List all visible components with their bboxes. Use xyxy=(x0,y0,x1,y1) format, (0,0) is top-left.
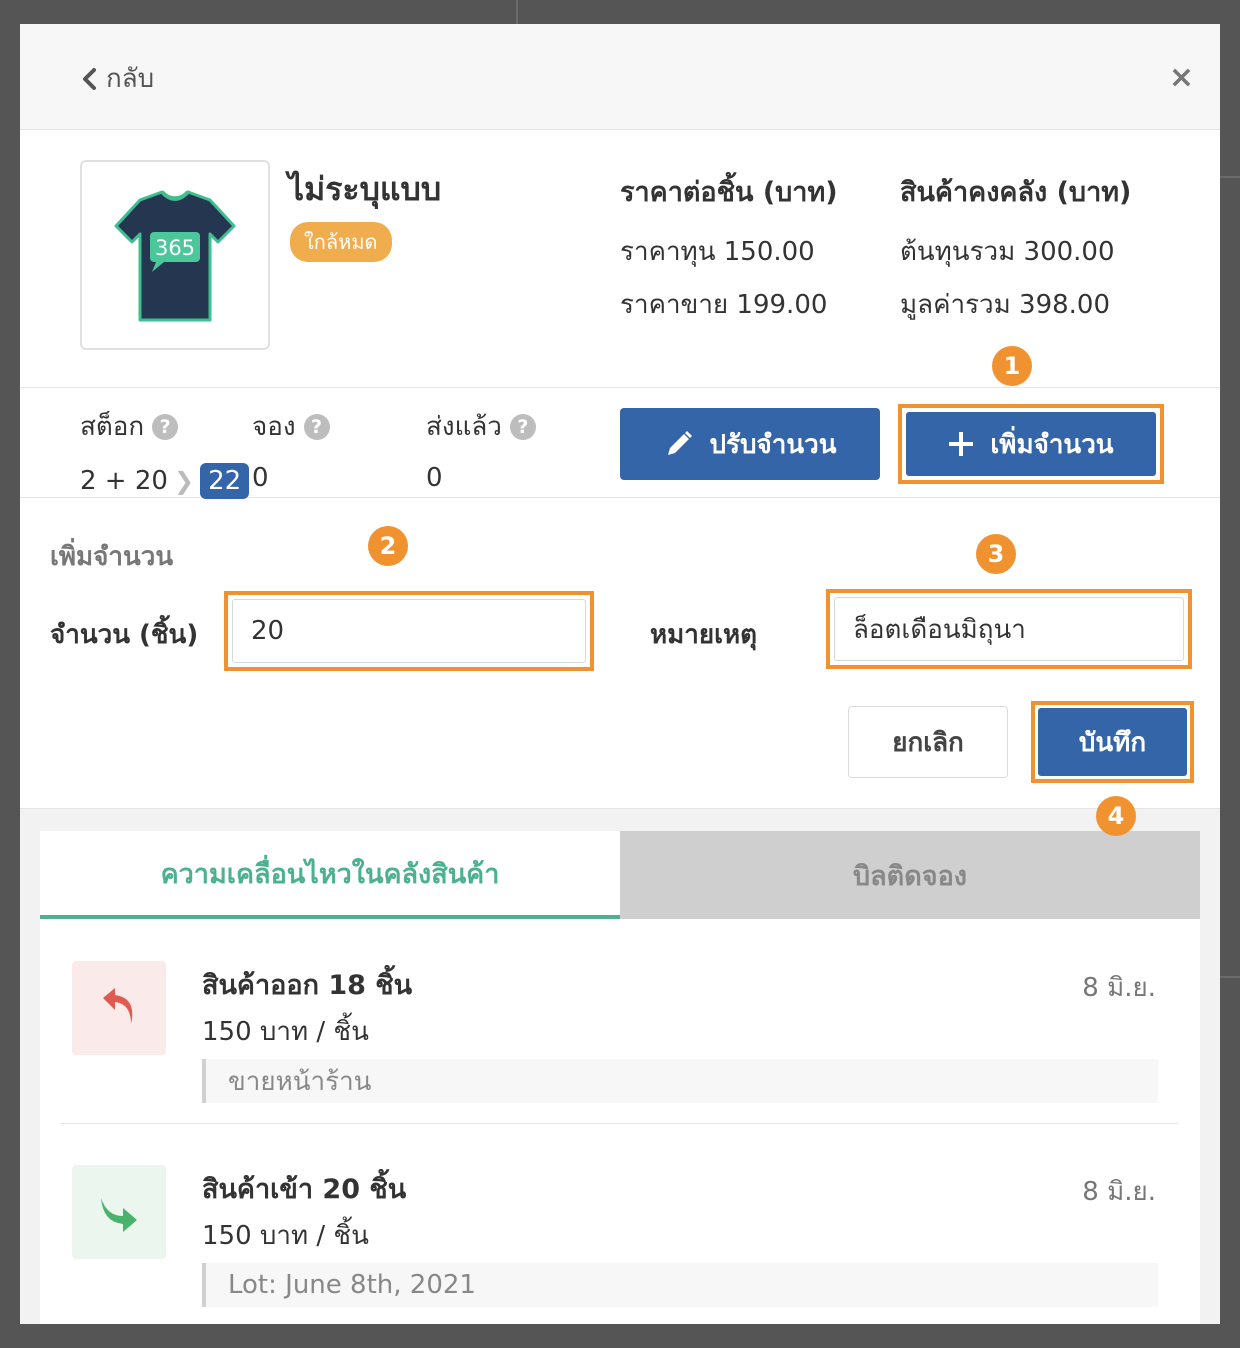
stat-reserved: จอง ? 0 xyxy=(252,406,330,493)
movement-date: 8 มิ.ย. xyxy=(1082,973,1156,1003)
help-icon[interactable]: ? xyxy=(509,413,536,440)
note-highlight: ล็อตเดือนมิถุนา xyxy=(826,589,1192,669)
pencil-icon xyxy=(667,431,692,455)
shipped-label: ส่งแล้ว xyxy=(426,412,502,442)
movement-title: สินค้าเข้า 20 ชิ้น xyxy=(202,1174,407,1205)
cost-price: ราคาทุน 150.00 xyxy=(620,237,815,267)
stat-shipped: ส่งแล้ว ? 0 xyxy=(426,406,536,493)
movement-date: 8 มิ.ย. xyxy=(1082,1177,1156,1207)
tshirt-icon: 365 xyxy=(114,190,236,322)
reserved-label: จอง xyxy=(252,412,296,442)
price-title: ราคาต่อชิ้น (บาท) xyxy=(620,177,838,208)
background-divider xyxy=(1220,976,1240,978)
save-button[interactable]: บันทึก xyxy=(1038,708,1187,776)
stock-result: 22 xyxy=(200,463,250,499)
step-marker-3: 3 xyxy=(976,534,1016,574)
help-icon[interactable]: ? xyxy=(152,413,179,440)
stock-label: สต็อก xyxy=(80,412,145,442)
help-icon[interactable]: ? xyxy=(303,413,330,440)
arrow-up-left-icon xyxy=(72,961,166,1055)
tab-reserved-bills[interactable]: บิลติดจอง xyxy=(620,831,1200,919)
step-marker-1: 1 xyxy=(992,346,1032,386)
status-badge: ใกล้หมด xyxy=(290,222,392,262)
product-name: ไม่ระบุแบบ xyxy=(288,170,442,208)
tab-stock-movement[interactable]: ความเคลื่อนไหวในคลังสินค้า xyxy=(40,831,620,919)
shipped-value: 0 xyxy=(426,463,443,493)
plus-icon xyxy=(949,432,974,456)
product-summary: 365 ไม่ระบุแบบ ใกล้หมด ราคาต่อชิ้น (บาท)… xyxy=(20,130,1220,388)
chevron-left-icon xyxy=(83,67,96,90)
list-item: สินค้าเข้า 20 ชิ้น 150 บาท / ชิ้น 8 มิ.ย… xyxy=(40,1123,1200,1324)
save-highlight: บันทึก xyxy=(1031,701,1194,783)
note-label: หมายเหตุ xyxy=(650,620,758,650)
movement-title: สินค้าออก 18 ชิ้น xyxy=(202,970,413,1001)
add-quantity-label: เพิ่มจำนวน xyxy=(990,429,1114,460)
reserved-value: 0 xyxy=(252,463,269,493)
stock-stats: สต็อก ? 2 + 20 ❯ 22 จอง ? 0 ส่งแล้ว ? 0 … xyxy=(20,388,1220,499)
product-image: 365 xyxy=(80,160,270,350)
list-item: สินค้าออก 18 ชิ้น 150 บาท / ชิ้น 8 มิ.ย.… xyxy=(40,919,1200,1124)
inventory-column: สินค้าคงคลัง (บาท) ต้นทุนรวม 300.00 มูลค… xyxy=(900,170,1131,337)
history-panel: ความเคลื่อนไหวในคลังสินค้า บิลติดจอง สิน… xyxy=(20,808,1220,1324)
note-input[interactable]: ล็อตเดือนมิถุนา xyxy=(834,597,1184,661)
quantity-highlight: 20 xyxy=(224,591,594,671)
cancel-button[interactable]: ยกเลิก xyxy=(848,706,1008,778)
chevron-right-icon: ❯ xyxy=(173,467,195,495)
close-icon[interactable]: × xyxy=(1169,60,1194,95)
quantity-input[interactable]: 20 xyxy=(232,599,586,663)
movement-list: สินค้าออก 18 ชิ้น 150 บาท / ชิ้น 8 มิ.ย.… xyxy=(40,919,1200,1324)
background-divider xyxy=(516,0,518,24)
add-quantity-highlight: เพิ่มจำนวน xyxy=(898,404,1164,484)
movement-price: 150 บาท / ชิ้น xyxy=(202,1221,369,1251)
price-column: ราคาต่อชิ้น (บาท) ราคาทุน 150.00 ราคาขาย… xyxy=(620,170,838,337)
total-value: มูลค่ารวม 398.00 xyxy=(900,290,1111,320)
modal-header: กลับ × xyxy=(20,24,1220,130)
movement-note: ขายหน้าร้าน xyxy=(202,1059,1158,1103)
svg-text:365: 365 xyxy=(155,236,195,260)
movement-price: 150 บาท / ชิ้น xyxy=(202,1017,369,1047)
background-divider xyxy=(1220,176,1240,178)
stat-stock: สต็อก ? 2 + 20 ❯ 22 xyxy=(80,406,250,499)
stock-modal: กลับ × 365 ไม่ระบุแบบ ใกล้หมด ราคาต่อชิ้… xyxy=(20,24,1220,1324)
arrow-down-right-icon xyxy=(72,1165,166,1259)
form-title: เพิ่มจำนวน xyxy=(50,542,174,572)
stock-value: 2 + 20 xyxy=(80,466,168,496)
adjust-quantity-button[interactable]: ปรับจำนวน xyxy=(620,408,880,480)
back-button[interactable]: กลับ xyxy=(80,58,154,99)
inventory-title: สินค้าคงคลัง (บาท) xyxy=(900,177,1132,208)
sell-price: ราคาขาย 199.00 xyxy=(620,290,828,320)
step-marker-4: 4 xyxy=(1096,796,1136,836)
total-cost: ต้นทุนรวม 300.00 xyxy=(900,237,1115,267)
quantity-label: จำนวน (ชิ้น) xyxy=(50,620,199,650)
adjust-quantity-label: ปรับจำนวน xyxy=(709,429,837,460)
step-marker-2: 2 xyxy=(368,526,408,566)
movement-note: Lot: June 8th, 2021 xyxy=(202,1263,1158,1307)
add-quantity-button[interactable]: เพิ่มจำนวน xyxy=(906,412,1156,476)
back-label: กลับ xyxy=(106,64,155,94)
